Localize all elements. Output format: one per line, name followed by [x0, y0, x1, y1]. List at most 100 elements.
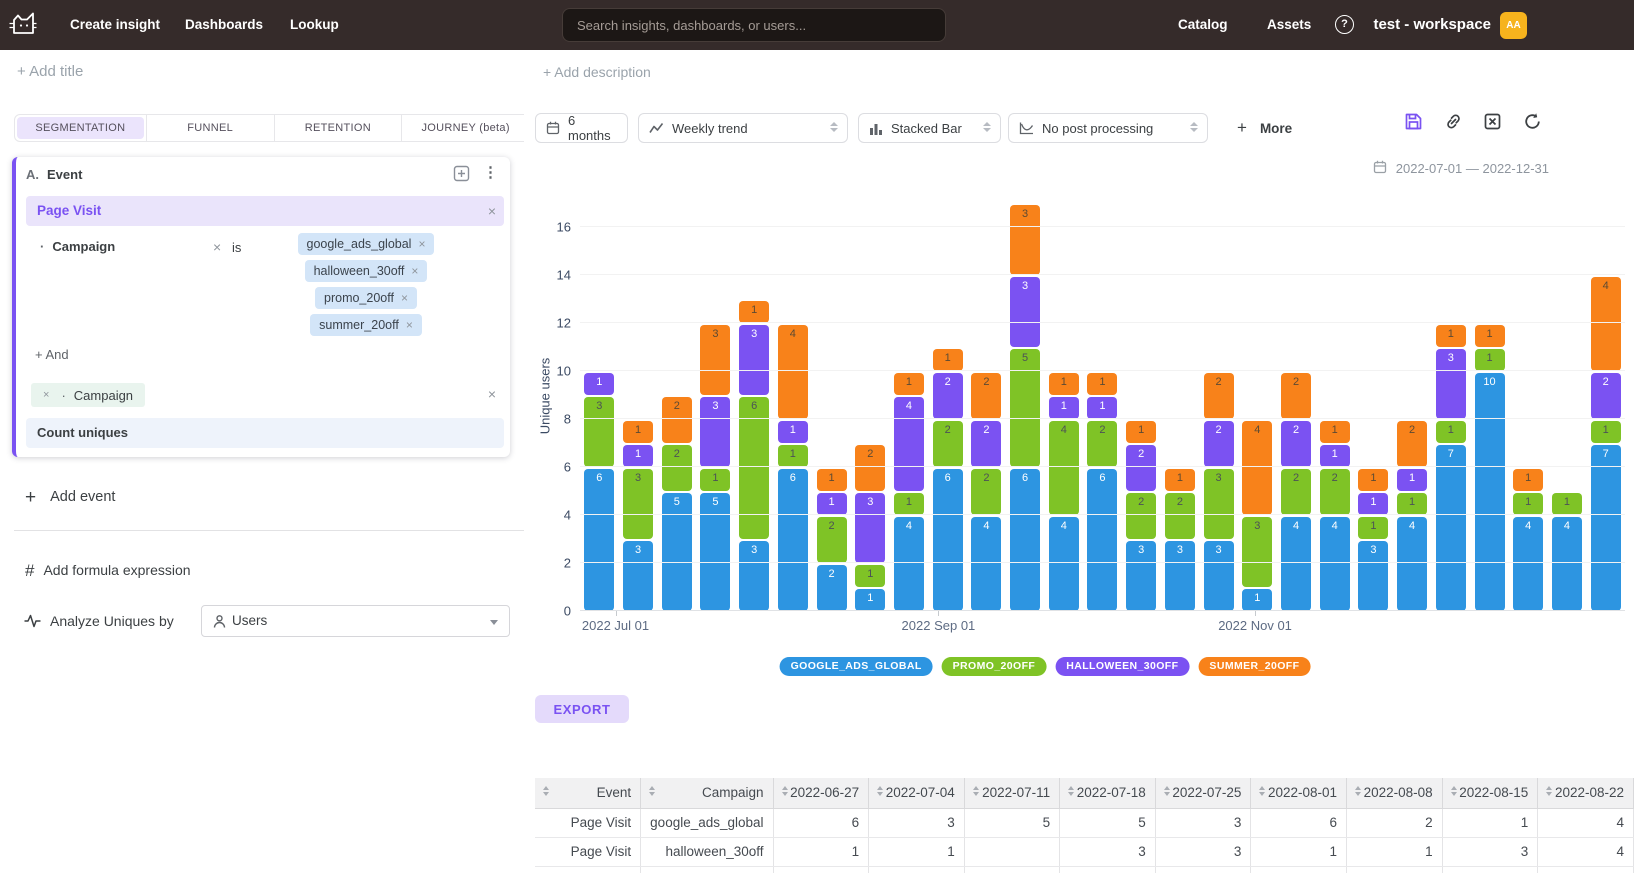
- bar-segment-promo_20off[interactable]: 1: [1513, 493, 1543, 515]
- sort-icon[interactable]: [1451, 786, 1457, 796]
- legend-pill-summer_20off[interactable]: SUMMER_20OFF: [1198, 657, 1310, 676]
- add-formula-button[interactable]: #Add formula expression: [25, 561, 191, 581]
- bar-segment-google_ads_global[interactable]: 3: [1165, 541, 1195, 611]
- bar-segment-promo_20off[interactable]: 1: [700, 469, 730, 491]
- sort-icon[interactable]: [782, 786, 788, 796]
- bar-segment-halloween_30off[interactable]: 2: [1126, 445, 1156, 491]
- bar-segment-summer_20off[interactable]: 2: [1397, 421, 1427, 467]
- bar-segment-halloween_30off[interactable]: 2: [1204, 421, 1234, 467]
- bar-segment-promo_20off[interactable]: 5: [1010, 349, 1040, 467]
- remove-event-icon[interactable]: ×: [488, 204, 496, 218]
- more-options-button[interactable]: +More: [1237, 113, 1292, 143]
- bar-segment-google_ads_global[interactable]: 3: [623, 541, 653, 611]
- bar-segment-summer_20off[interactable]: 4: [778, 325, 808, 419]
- aggregation-selector[interactable]: Count uniques: [26, 418, 504, 448]
- bar-segment-summer_20off[interactable]: 2: [662, 397, 692, 443]
- bar-segment-promo_20off[interactable]: 3: [1242, 517, 1272, 587]
- tab-segmentation[interactable]: SEGMENTATION: [15, 115, 147, 141]
- bar-segment-summer_20off[interactable]: 1: [1513, 469, 1543, 491]
- nav-assets[interactable]: Assets: [1267, 0, 1311, 50]
- bar-segment-google_ads_global[interactable]: 4: [1049, 517, 1079, 611]
- event-menu-icon[interactable]: ⋮: [483, 163, 498, 183]
- bar-segment-summer_20off[interactable]: 3: [1010, 205, 1040, 275]
- filter-value-tag[interactable]: summer_20off×: [310, 314, 422, 336]
- remove-tag-icon[interactable]: ×: [401, 291, 408, 305]
- bar-segment-summer_20off[interactable]: 1: [1165, 469, 1195, 491]
- bar-segment-google_ads_global[interactable]: 7: [1591, 445, 1621, 611]
- bar-segment-halloween_30off[interactable]: 1: [1358, 493, 1388, 515]
- bar-segment-summer_20off[interactable]: 1: [1087, 373, 1117, 395]
- table-header-2022-07-11[interactable]: 2022-07-11: [964, 778, 1059, 808]
- table-header-2022-07-18[interactable]: 2022-07-18: [1060, 778, 1156, 808]
- bar-segment-summer_20off[interactable]: 4: [1591, 277, 1621, 371]
- bar-segment-promo_20off[interactable]: 3: [584, 397, 614, 467]
- bar-segment-promo_20off[interactable]: 1: [1591, 421, 1621, 443]
- date-period-button[interactable]: 6 months: [535, 113, 628, 143]
- remove-breakdown-icon[interactable]: ×: [43, 390, 49, 401]
- bar-segment-google_ads_global[interactable]: 7: [1436, 445, 1466, 611]
- bar-segment-promo_20off[interactable]: 1: [1397, 493, 1427, 515]
- bar-segment-promo_20off[interactable]: 1: [855, 565, 885, 587]
- app-logo-cat-icon[interactable]: [8, 11, 38, 43]
- sort-icon[interactable]: [543, 786, 549, 796]
- add-description-field[interactable]: + Add description: [543, 64, 651, 80]
- workspace-name[interactable]: test - workspace: [1373, 0, 1491, 50]
- bar-segment-google_ads_global[interactable]: 4: [1397, 517, 1427, 611]
- bar-segment-google_ads_global[interactable]: 6: [778, 469, 808, 611]
- bar-segment-halloween_30off[interactable]: 1: [623, 445, 653, 467]
- remove-breakdown-row-icon[interactable]: ×: [488, 387, 496, 401]
- table-header-2022-08-01[interactable]: 2022-08-01: [1251, 778, 1347, 808]
- bar-segment-summer_20off[interactable]: 1: [933, 349, 963, 371]
- table-header-Campaign[interactable]: Campaign: [641, 778, 773, 808]
- bar-segment-google_ads_global[interactable]: 4: [971, 517, 1001, 611]
- tab-funnel[interactable]: FUNNEL: [147, 115, 275, 141]
- bar-segment-google_ads_global[interactable]: 5: [662, 493, 692, 611]
- sort-icon[interactable]: [877, 786, 883, 796]
- legend-pill-halloween_30off[interactable]: HALLOWEEN_30OFF: [1055, 657, 1189, 676]
- bar-segment-promo_20off[interactable]: 1: [1475, 349, 1505, 371]
- breakdown-property[interactable]: × · Campaign: [31, 383, 145, 407]
- nav-dashboards[interactable]: Dashboards: [185, 0, 263, 50]
- bar-segment-halloween_30off[interactable]: 3: [700, 397, 730, 467]
- bar-segment-google_ads_global[interactable]: 6: [933, 469, 963, 611]
- bar-segment-google_ads_global[interactable]: 2: [817, 565, 847, 611]
- bar-segment-summer_20off[interactable]: 1: [739, 301, 769, 323]
- bar-segment-halloween_30off[interactable]: 1: [584, 373, 614, 395]
- bar-segment-halloween_30off[interactable]: 1: [1049, 397, 1079, 419]
- bar-segment-promo_20off[interactable]: 1: [1552, 493, 1582, 515]
- tab-retention[interactable]: RETENTION: [275, 115, 403, 141]
- add-filter-icon[interactable]: [453, 165, 470, 182]
- bar-segment-summer_20off[interactable]: 1: [623, 421, 653, 443]
- sort-icon[interactable]: [1355, 786, 1361, 796]
- table-header-2022-08-22[interactable]: 2022-08-22: [1538, 778, 1634, 808]
- analyze-by-select[interactable]: Users: [201, 605, 510, 637]
- bar-segment-promo_20off[interactable]: 2: [1320, 469, 1350, 515]
- bar-segment-summer_20off[interactable]: 3: [700, 325, 730, 395]
- bar-segment-summer_20off[interactable]: 1: [1126, 421, 1156, 443]
- bar-segment-promo_20off[interactable]: 1: [1436, 421, 1466, 443]
- bar-segment-google_ads_global[interactable]: 6: [1010, 469, 1040, 611]
- bar-segment-promo_20off[interactable]: 2: [933, 421, 963, 467]
- bar-segment-promo_20off[interactable]: 2: [1087, 421, 1117, 467]
- bar-segment-summer_20off[interactable]: 2: [1204, 373, 1234, 419]
- filter-operator[interactable]: is: [232, 240, 241, 255]
- filter-value-tag[interactable]: halloween_30off×: [305, 260, 428, 282]
- bar-segment-summer_20off[interactable]: 1: [894, 373, 924, 395]
- nav-create-insight[interactable]: Create insight: [70, 0, 160, 50]
- chart-type-select[interactable]: Stacked Bar: [858, 113, 1001, 143]
- user-avatar[interactable]: AA: [1500, 12, 1527, 39]
- remove-filter-icon[interactable]: ×: [213, 240, 221, 254]
- remove-tag-icon[interactable]: ×: [418, 237, 425, 251]
- bar-segment-google_ads_global[interactable]: 4: [1513, 517, 1543, 611]
- sort-icon[interactable]: [1068, 786, 1074, 796]
- bar-segment-google_ads_global[interactable]: 3: [1126, 541, 1156, 611]
- table-header-2022-08-08[interactable]: 2022-08-08: [1347, 778, 1443, 808]
- bar-segment-halloween_30off[interactable]: 2: [1591, 373, 1621, 419]
- bar-segment-halloween_30off[interactable]: 3: [739, 325, 769, 395]
- bar-segment-google_ads_global[interactable]: 4: [1552, 517, 1582, 611]
- table-header-2022-08-15[interactable]: 2022-08-15: [1442, 778, 1538, 808]
- date-range-display[interactable]: 2022-07-01 — 2022-12-31: [1373, 160, 1549, 177]
- bar-segment-summer_20off[interactable]: 2: [855, 445, 885, 491]
- table-header-2022-07-25[interactable]: 2022-07-25: [1155, 778, 1251, 808]
- bar-segment-google_ads_global[interactable]: 6: [584, 469, 614, 611]
